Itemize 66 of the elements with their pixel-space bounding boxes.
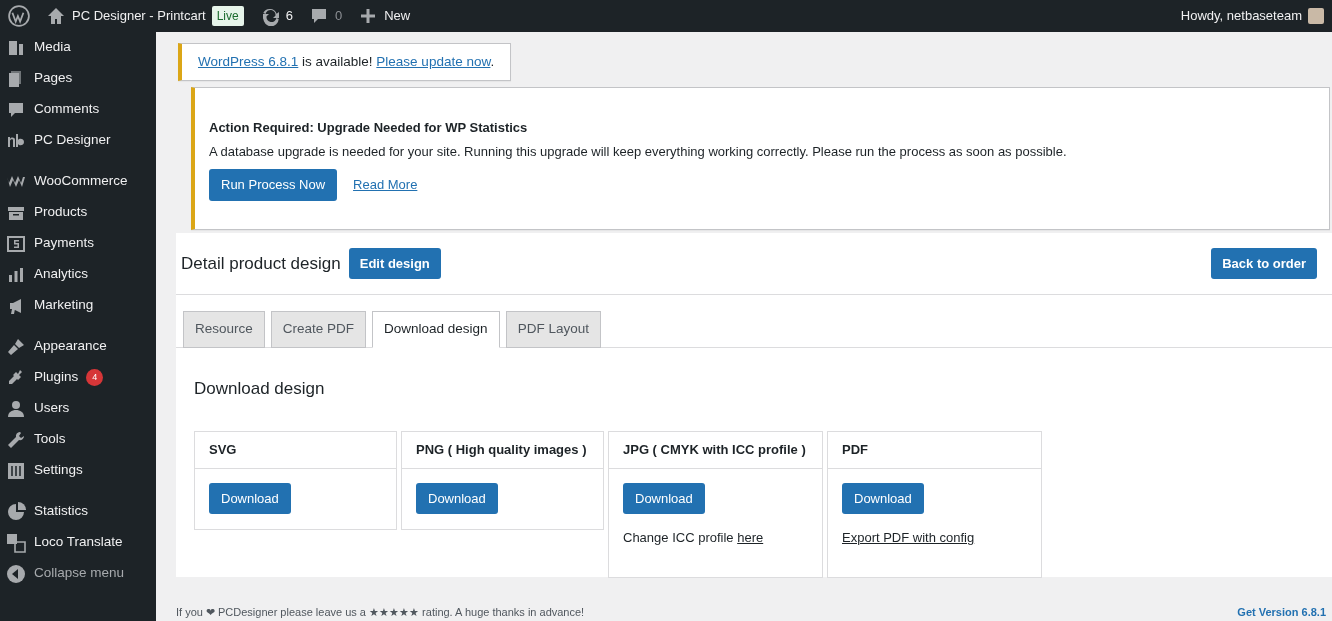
sidebar-item[interactable]: PC Designer (0, 125, 156, 156)
version-link[interactable]: Get Version 6.8.1 (1237, 603, 1326, 620)
home-icon (46, 6, 66, 26)
translate-icon (6, 532, 26, 553)
notice-title: Action Required: Upgrade Needed for WP Statistics (209, 119, 529, 138)
panel-title: Detail product design (181, 252, 341, 275)
here-link[interactable]: here (737, 530, 764, 545)
section-heading: Download design (193, 377, 326, 400)
pie-chart-icon (6, 501, 26, 522)
version-link[interactable]: WordPress 6.8.1 (198, 54, 299, 69)
count-badge: 4 (86, 369, 104, 386)
comments-count: 0 (334, 7, 343, 26)
comments-link[interactable]: 0 (300, 0, 351, 32)
tab[interactable]: Resource (183, 311, 265, 348)
wordpress-logo-icon (8, 5, 30, 27)
sidebar-item[interactable]: Appearance (0, 331, 156, 362)
live-badge: Live (211, 6, 244, 26)
format-title: SVG (195, 432, 396, 469)
account-link[interactable]: Howdy, netbaseteam (1172, 0, 1332, 32)
new-link[interactable]: New (350, 0, 419, 32)
update-notice-text: WordPress 6.8.1 is available! Please update now. (198, 53, 495, 71)
greeting: Howdy, netbaseteam (1180, 7, 1302, 26)
site-name-link[interactable]: PC Designer - Printcart Live (38, 0, 252, 32)
download-button[interactable]: Download (623, 482, 705, 514)
new-label: New (384, 7, 411, 26)
sidebar-item[interactable]: WooCommerce (0, 166, 156, 197)
download-button[interactable]: Download (842, 482, 924, 514)
export-pdf-link[interactable]: Export PDF with config (842, 530, 975, 545)
edit-design-button[interactable]: Edit design (348, 247, 441, 280)
brush-icon (6, 336, 26, 357)
note-text: Change ICC profile here (623, 529, 765, 547)
sliders-icon (6, 460, 26, 481)
collapse-menu-button[interactable]: Collapse menu (0, 558, 156, 589)
run-process-button[interactable]: Run Process Now (209, 169, 338, 201)
wrench-icon (6, 429, 26, 450)
format-title: JPG ( CMYK with ICC profile ) (609, 432, 822, 469)
tab[interactable]: PDF Layout (505, 311, 601, 348)
updates-link[interactable]: 6 (251, 0, 301, 32)
sidebar-item[interactable]: Plugins 4 (0, 362, 156, 393)
sidebar-item[interactable]: Products (0, 197, 156, 228)
footer-text: If you ❤ PCDesigner please leave us a ★★★★★ rating. A huge thanks in advance! (176, 604, 585, 620)
sidebar-item[interactable]: Pages (0, 63, 156, 94)
format-title: PNG ( High quality images ) (402, 432, 603, 469)
sidebar-item[interactable]: Analytics (0, 259, 156, 290)
back-to-order-button[interactable]: Back to order (1211, 247, 1317, 280)
sidebar-item[interactable]: Tools (0, 424, 156, 455)
download-button[interactable]: Download (416, 482, 498, 514)
site-name[interactable]: PC Designer - Printcart (72, 6, 206, 26)
tab[interactable]: Download design (372, 311, 500, 348)
sidebar-item[interactable]: Statistics (0, 496, 156, 527)
sidebar-item[interactable]: Settings (0, 455, 156, 486)
download-button[interactable]: Download (209, 482, 291, 514)
dollar-card-icon (6, 233, 26, 254)
sidebar-item[interactable]: Payments (0, 228, 156, 259)
read-more-link[interactable]: Read More (353, 175, 418, 195)
person-icon (6, 398, 26, 419)
sidebar-item[interactable]: Media (0, 32, 156, 63)
sidebar-item[interactable]: Users (0, 393, 156, 424)
sidebar-item[interactable]: Loco Translate (0, 527, 156, 558)
notice-message: A database upgrade is needed for your site. Running this upgrade will keep everything working correctly. Please run the process as soon as possible. (209, 142, 1068, 161)
avatar-placeholder (1308, 8, 1324, 24)
sidebar-item[interactable]: Marketing (0, 290, 156, 321)
tab[interactable]: Create PDF (270, 311, 367, 348)
sidebar-item[interactable]: Comments (0, 94, 156, 125)
updates-count: 6 (285, 7, 293, 26)
format-title: PDF (828, 432, 1041, 469)
